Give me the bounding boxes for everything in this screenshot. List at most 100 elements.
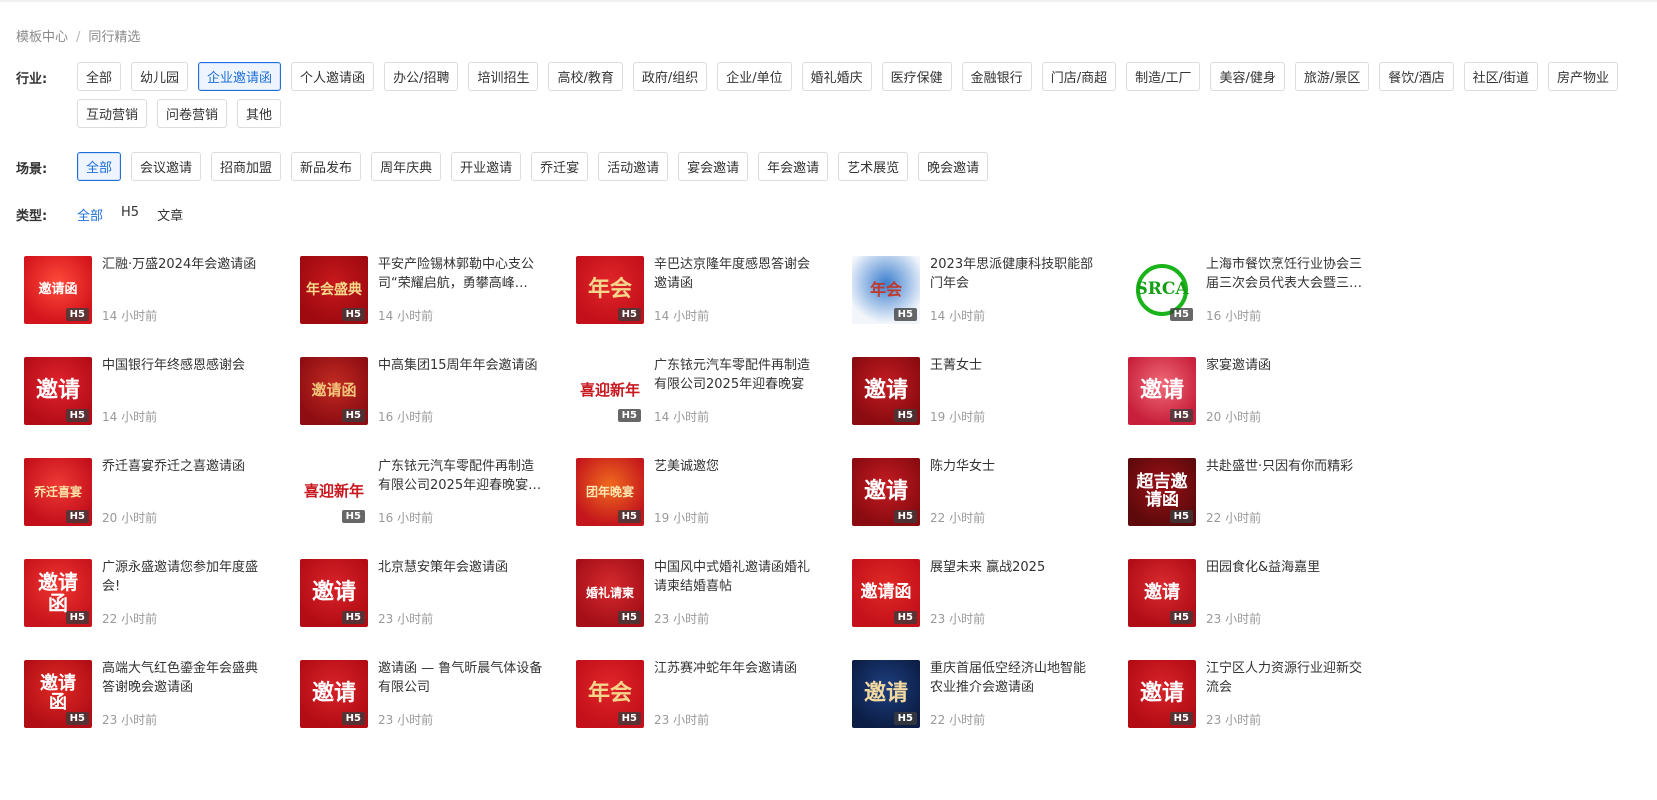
- scene-tag-活动邀请[interactable]: 活动邀请: [598, 152, 669, 181]
- scene-tag-乔迁宴[interactable]: 乔迁宴: [531, 152, 589, 181]
- template-card[interactable]: 婚礼请柬 H5 中国风中式婚礼邀请函婚礼请柬结婚喜帖 23 小时前: [576, 559, 852, 660]
- template-thumbnail[interactable]: 婚礼请柬 H5: [576, 559, 644, 627]
- template-card[interactable]: SRCA H5 上海市餐饮烹饪行业协会三届三次会员代表大会暨三… 16 小时前: [1128, 256, 1404, 357]
- template-thumbnail[interactable]: 邀请 H5: [852, 660, 920, 728]
- template-card[interactable]: 超吉邀请函 H5 共赴盛世·只因有你而精彩 22 小时前: [1128, 458, 1404, 559]
- template-thumbnail[interactable]: SRCA H5: [1128, 256, 1196, 324]
- industry-tag-其他[interactable]: 其他: [237, 99, 282, 128]
- template-thumbnail[interactable]: 年会 H5: [852, 256, 920, 324]
- template-thumbnail[interactable]: 邀请 H5: [1128, 357, 1196, 425]
- template-thumbnail[interactable]: 超吉邀请函 H5: [1128, 458, 1196, 526]
- template-card[interactable]: 邀请 H5 中国银行年终感恩感谢会 14 小时前: [24, 357, 300, 458]
- template-thumbnail[interactable]: 年会 H5: [576, 660, 644, 728]
- template-card[interactable]: 邀请 H5 田园食化&益海嘉里 23 小时前: [1128, 559, 1404, 660]
- template-thumbnail[interactable]: 邀请 H5: [24, 357, 92, 425]
- template-title[interactable]: 陈力华女士: [930, 457, 1095, 476]
- template-thumbnail[interactable]: 邀请 H5: [852, 458, 920, 526]
- template-thumbnail[interactable]: 邀请函 H5: [24, 256, 92, 324]
- template-card[interactable]: 年会盛典 H5 平安产险锡林郭勒中心支公司“荣耀启航，勇攀高峰… 14 小时前: [300, 256, 576, 357]
- template-title[interactable]: 中高集团15周年年会邀请函: [378, 356, 543, 375]
- scene-tag-周年庆典[interactable]: 周年庆典: [371, 152, 442, 181]
- template-thumbnail[interactable]: 邀请 H5: [300, 660, 368, 728]
- template-title[interactable]: 展望未来 赢战2025: [930, 558, 1095, 577]
- type-option-文章[interactable]: 文章: [157, 205, 183, 224]
- template-thumbnail[interactable]: 喜迎新年 H5: [300, 458, 368, 526]
- industry-tag-个人邀请函[interactable]: 个人邀请函: [291, 62, 375, 91]
- type-option-全部[interactable]: 全部: [77, 205, 103, 224]
- industry-tag-社区-街道[interactable]: 社区/街道: [1463, 62, 1539, 91]
- template-thumbnail[interactable]: 乔迁喜宴 H5: [24, 458, 92, 526]
- template-title[interactable]: 共赴盛世·只因有你而精彩: [1206, 457, 1371, 476]
- template-card[interactable]: 年会 H5 2023年思派健康科技职能部门年会 14 小时前: [852, 256, 1128, 357]
- template-title[interactable]: 北京慧安策年会邀请函: [378, 558, 543, 577]
- template-title[interactable]: 广东铱元汽车零配件再制造有限公司2025年迎春晚宴: [654, 356, 819, 394]
- template-title[interactable]: 中国风中式婚礼邀请函婚礼请柬结婚喜帖: [654, 558, 819, 596]
- template-title[interactable]: 田园食化&益海嘉里: [1206, 558, 1371, 577]
- industry-tag-餐饮-酒店[interactable]: 餐饮/酒店: [1379, 62, 1454, 91]
- industry-tag-培训招生[interactable]: 培训招生: [468, 62, 539, 91]
- template-title[interactable]: 辛巴达京隆年度感恩答谢会邀请函: [654, 255, 819, 293]
- template-card[interactable]: 年会 H5 辛巴达京隆年度感恩答谢会邀请函 14 小时前: [576, 256, 852, 357]
- template-thumbnail[interactable]: 邀请函 H5: [852, 559, 920, 627]
- scene-tag-晚会邀请[interactable]: 晚会邀请: [918, 152, 989, 181]
- template-card[interactable]: 邀请 H5 王菁女士 19 小时前: [852, 357, 1128, 458]
- template-thumbnail[interactable]: 年会盛典 H5: [300, 256, 368, 324]
- industry-tag-全部[interactable]: 全部: [77, 62, 122, 91]
- scene-tag-全部[interactable]: 全部: [77, 152, 122, 181]
- industry-tag-幼儿园[interactable]: 幼儿园: [131, 62, 189, 91]
- template-card[interactable]: 乔迁喜宴 H5 乔迁喜宴乔迁之喜邀请函 20 小时前: [24, 458, 300, 559]
- scene-tag-艺术展览[interactable]: 艺术展览: [838, 152, 909, 181]
- template-title[interactable]: 王菁女士: [930, 356, 1095, 375]
- template-title[interactable]: 平安产险锡林郭勒中心支公司“荣耀启航，勇攀高峰…: [378, 255, 543, 293]
- breadcrumb-home-link[interactable]: 模板中心: [16, 30, 68, 45]
- template-card[interactable]: 邀请函 H5 广源永盛邀请您参加年度盛会! 22 小时前: [24, 559, 300, 660]
- template-title[interactable]: 重庆首届低空经济山地智能农业推介会邀请函: [930, 659, 1095, 697]
- template-card[interactable]: 邀请 H5 家宴邀请函 20 小时前: [1128, 357, 1404, 458]
- scene-tag-新品发布[interactable]: 新品发布: [291, 152, 362, 181]
- industry-tag-婚礼婚庆[interactable]: 婚礼婚庆: [801, 62, 872, 91]
- template-title[interactable]: 高端大气红色鎏金年会盛典答谢晚会邀请函: [102, 659, 267, 697]
- template-title[interactable]: 汇融·万盛2024年会邀请函: [102, 255, 267, 274]
- template-thumbnail[interactable]: 年会 H5: [576, 256, 644, 324]
- template-thumbnail[interactable]: 邀请 H5: [852, 357, 920, 425]
- industry-tag-旅游-景区[interactable]: 旅游/景区: [1294, 62, 1370, 91]
- industry-tag-美容-健身[interactable]: 美容/健身: [1210, 62, 1285, 91]
- industry-tag-企业-单位[interactable]: 企业/单位: [717, 62, 792, 91]
- industry-tag-问卷营销[interactable]: 问卷营销: [157, 99, 228, 128]
- template-card[interactable]: 邀请函 H5 高端大气红色鎏金年会盛典答谢晚会邀请函 23 小时前: [24, 660, 300, 761]
- template-title[interactable]: 艺美诚邀您: [654, 457, 819, 476]
- template-card[interactable]: 邀请 H5 重庆首届低空经济山地智能农业推介会邀请函 22 小时前: [852, 660, 1128, 761]
- template-thumbnail[interactable]: 邀请 H5: [1128, 559, 1196, 627]
- template-thumbnail[interactable]: 喜迎新年 H5: [576, 357, 644, 425]
- scene-tag-年会邀请[interactable]: 年会邀请: [758, 152, 829, 181]
- template-title[interactable]: 江苏赛冲蛇年年会邀请函: [654, 659, 819, 678]
- template-thumbnail[interactable]: 团年晚宴 H5: [576, 458, 644, 526]
- template-card[interactable]: 邀请 H5 江宁区人力资源行业迎新交流会 23 小时前: [1128, 660, 1404, 761]
- template-card[interactable]: 邀请函 H5 汇融·万盛2024年会邀请函 14 小时前: [24, 256, 300, 357]
- template-title[interactable]: 广源永盛邀请您参加年度盛会!: [102, 558, 267, 596]
- template-thumbnail[interactable]: 邀请 H5: [1128, 660, 1196, 728]
- template-title[interactable]: 上海市餐饮烹饪行业协会三届三次会员代表大会暨三…: [1206, 255, 1371, 293]
- template-card[interactable]: 喜迎新年 H5 广东铱元汽车零配件再制造有限公司2025年迎春晚宴… 16 小时前: [300, 458, 576, 559]
- template-card[interactable]: 邀请 H5 陈力华女士 22 小时前: [852, 458, 1128, 559]
- template-card[interactable]: 年会 H5 江苏赛冲蛇年年会邀请函 23 小时前: [576, 660, 852, 761]
- template-title[interactable]: 乔迁喜宴乔迁之喜邀请函: [102, 457, 267, 476]
- template-thumbnail[interactable]: 邀请函 H5: [24, 559, 92, 627]
- template-title[interactable]: 家宴邀请函: [1206, 356, 1371, 375]
- scene-tag-会议邀请[interactable]: 会议邀请: [131, 152, 202, 181]
- scene-tag-开业邀请[interactable]: 开业邀请: [451, 152, 522, 181]
- template-title[interactable]: 江宁区人力资源行业迎新交流会: [1206, 659, 1371, 697]
- template-card[interactable]: 团年晚宴 H5 艺美诚邀您 19 小时前: [576, 458, 852, 559]
- industry-tag-门店-商超[interactable]: 门店/商超: [1041, 62, 1117, 91]
- template-title[interactable]: 中国银行年终感恩感谢会: [102, 356, 267, 375]
- industry-tag-办公-招聘[interactable]: 办公/招聘: [384, 62, 459, 91]
- industry-tag-高校-教育[interactable]: 高校/教育: [548, 62, 623, 91]
- template-title[interactable]: 2023年思派健康科技职能部门年会: [930, 255, 1095, 293]
- scene-tag-招商加盟[interactable]: 招商加盟: [211, 152, 282, 181]
- industry-tag-金融银行[interactable]: 金融银行: [961, 62, 1032, 91]
- industry-tag-互动营销[interactable]: 互动营销: [77, 99, 148, 128]
- template-thumbnail[interactable]: 邀请函 H5: [300, 357, 368, 425]
- type-option-H5[interactable]: H5: [121, 205, 139, 224]
- industry-tag-医疗保健[interactable]: 医疗保健: [881, 62, 952, 91]
- template-card[interactable]: 邀请函 H5 展望未来 赢战2025 23 小时前: [852, 559, 1128, 660]
